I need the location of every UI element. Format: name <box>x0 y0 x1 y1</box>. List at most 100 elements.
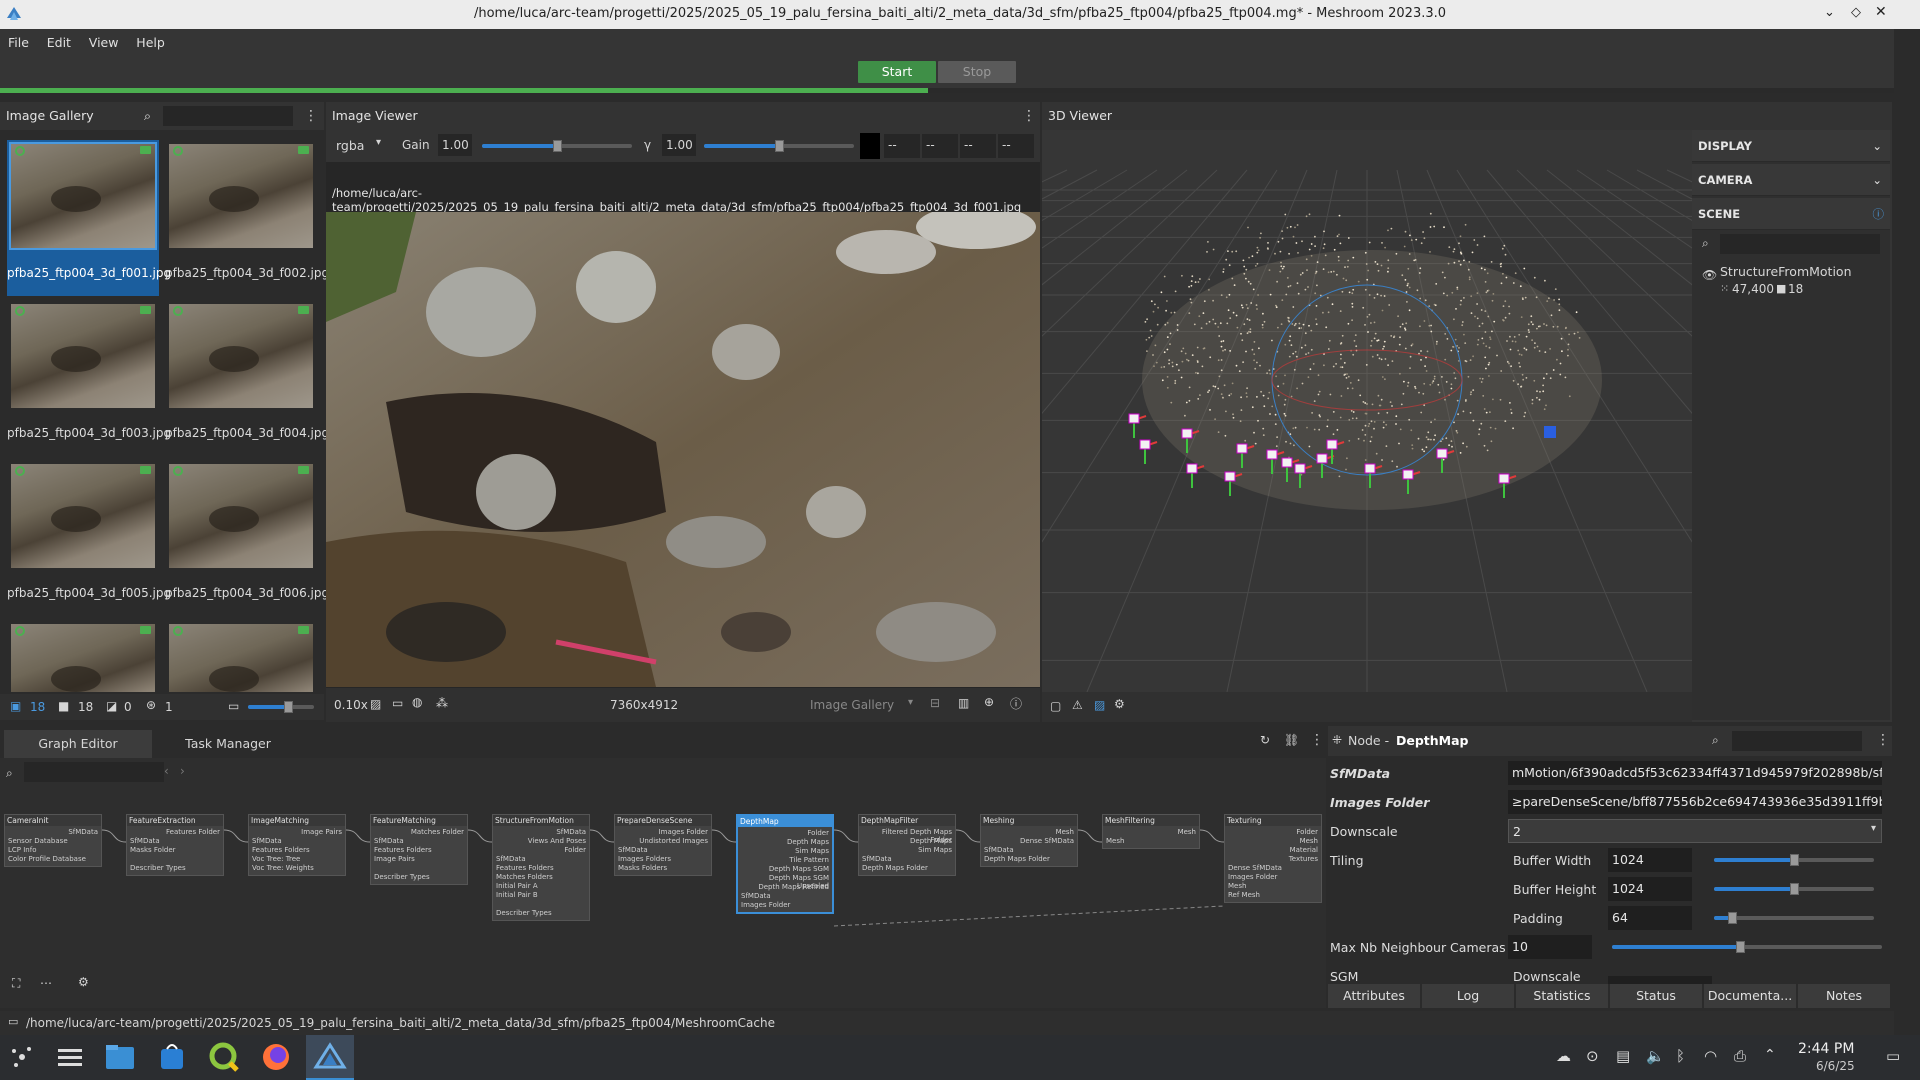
qgis-icon[interactable] <box>204 1037 244 1077</box>
node-input[interactable]: SfMData <box>130 837 220 846</box>
node-output[interactable]: Mesh <box>984 828 1074 837</box>
gallery-thumbnail[interactable] <box>7 620 159 692</box>
node-output[interactable]: Undistorted Images <box>618 837 708 846</box>
node-output[interactable]: Depth Maps <box>862 837 952 846</box>
padding-input[interactable]: 64 <box>1608 906 1692 930</box>
node-output[interactable]: Folder <box>741 829 829 838</box>
minimize-icon[interactable]: ⌄ <box>1824 5 1835 20</box>
node-input[interactable]: Depth Maps Folder <box>984 855 1074 864</box>
node-input[interactable]: SfMData <box>984 846 1074 855</box>
start-button[interactable]: Start <box>858 61 936 83</box>
clock-time[interactable]: 2:44 PM <box>1798 1041 1854 1057</box>
cloud-icon[interactable]: ☁ <box>1556 1047 1571 1065</box>
metadata-icon[interactable]: ⊟ <box>930 696 940 710</box>
graph-node-structurefrommotion[interactable]: StructureFromMotion SfMData Views And Pose… <box>492 814 590 921</box>
node-output[interactable]: Depth Maps Refined <box>741 883 829 892</box>
node-input[interactable]: Mesh <box>1106 837 1196 846</box>
tab-notes[interactable]: Notes <box>1798 984 1890 1008</box>
panorama-icon[interactable]: ◍ <box>412 695 422 709</box>
camera-icon[interactable]: ■ <box>58 699 69 713</box>
scene-section[interactable]: SCENE ⓘ <box>1692 198 1890 230</box>
node-input[interactable] <box>374 864 464 873</box>
node-output[interactable]: Matches Folder <box>374 828 464 837</box>
node-output[interactable]: Dense SfMData <box>984 837 1074 846</box>
padding-slider[interactable] <box>1714 912 1874 924</box>
node-output[interactable]: SfMData <box>496 828 586 837</box>
buffer-height-slider[interactable] <box>1714 883 1874 895</box>
scene-search-input[interactable] <box>1720 234 1880 254</box>
graph-node-imagematching[interactable]: ImageMatching Image Pairs SfMData Features … <box>248 814 346 876</box>
node-output[interactable]: Filtered Depth Maps Folder <box>862 828 952 844</box>
grid-icon[interactable]: ▨ <box>1094 698 1105 712</box>
software-store-icon[interactable] <box>152 1037 192 1077</box>
node-output[interactable]: Image Pairs <box>252 828 342 837</box>
node-output[interactable]: Tile Pattern <box>741 856 829 865</box>
gallery-thumbnail[interactable]: pfba25_ftp004_3d_f003.jpg <box>7 300 171 456</box>
camera-section[interactable]: CAMERA ⌄ <box>1692 164 1890 196</box>
tab-statistics[interactable]: Statistics <box>1516 984 1608 1008</box>
search-icon[interactable]: ⌕ <box>144 102 151 130</box>
node-output[interactable]: Sim Maps <box>862 846 952 855</box>
images-folder-field[interactable]: ≥pareDenseScene/bff877556b2ce694743936e3… <box>1508 790 1882 814</box>
node-input[interactable]: SfMData <box>252 837 342 846</box>
node-output[interactable]: Folder <box>496 846 586 855</box>
frame-icon[interactable]: ▭ <box>392 696 403 710</box>
node-output[interactable]: Mesh <box>1106 828 1196 837</box>
node-output[interactable]: Features Folder <box>130 828 220 837</box>
graph-node-featureextraction[interactable]: FeatureExtraction Features Folder SfMData M… <box>126 814 224 876</box>
volume-icon[interactable]: 🔈 <box>1646 1047 1665 1065</box>
file-manager-icon[interactable] <box>100 1037 140 1077</box>
hdr-icon[interactable]: ▨ <box>370 697 381 711</box>
node-input[interactable]: Masks Folder <box>130 846 220 855</box>
info-icon[interactable]: ⓘ <box>1873 198 1885 230</box>
display-section[interactable]: DISPLAY ⌄ <box>1692 130 1890 162</box>
node-input[interactable]: Mesh <box>1228 882 1318 891</box>
node-output[interactable]: Material <box>1228 846 1318 855</box>
node-input[interactable]: Images Folder <box>1228 873 1318 882</box>
graph-node-depthmapfilter[interactable]: DepthMapFilter Filtered Depth Maps Folder… <box>858 814 956 876</box>
firefox-icon[interactable] <box>256 1037 296 1077</box>
gallery-thumbnail[interactable]: pfba25_ftp004_3d_f001.jpg <box>7 140 171 296</box>
globe-icon[interactable]: ⊕ <box>984 695 994 709</box>
attribute-search-input[interactable] <box>1732 731 1862 751</box>
expand-tray-icon[interactable]: ⌃ <box>1764 1047 1776 1063</box>
gallery-thumbnail[interactable]: pfba25_ftp004_3d_f005.jpg <box>7 460 171 616</box>
gallery-thumbnail[interactable]: pfba25_ftp004_3d_f006.jpg <box>165 460 329 616</box>
buffer-height-input[interactable]: 1024 <box>1608 877 1692 901</box>
bluetooth-icon[interactable]: ᛒ <box>1676 1047 1685 1065</box>
tab-documentation[interactable]: Documenta... <box>1704 984 1796 1008</box>
graph-node-featurematching[interactable]: FeatureMatching Matches Folder SfMData Feat… <box>370 814 468 885</box>
node-output[interactable]: Sim Maps <box>741 847 829 856</box>
node-input[interactable]: Images Folder <box>741 901 829 910</box>
graph-node-meshing[interactable]: Meshing Mesh Dense SfMData SfMData Depth Map… <box>980 814 1078 867</box>
wifi-icon[interactable]: ◠ <box>1704 1047 1717 1065</box>
menu-view[interactable]: View <box>81 29 125 50</box>
eye-icon[interactable]: 👁 <box>1702 268 1717 282</box>
node-output[interactable]: Views And Poses <box>496 837 586 846</box>
node-input[interactable] <box>130 855 220 864</box>
intrinsics-icon[interactable]: ⊛ <box>146 698 156 712</box>
node-input[interactable]: Initial Pair B <box>496 891 586 900</box>
sfmdata-field[interactable]: mMotion/6f390adcd5f53c62334ff4371d945979… <box>1508 761 1882 785</box>
node-input[interactable]: SfMData <box>374 837 464 846</box>
node-input[interactable]: Masks Folders <box>618 864 708 873</box>
gallery-thumbnail[interactable]: pfba25_ftp004_3d_f004.jpg <box>165 300 329 456</box>
node-input[interactable] <box>496 900 586 909</box>
node-output[interactable]: SfMData <box>8 828 98 837</box>
scene-item[interactable]: 👁 StructureFromMotion ⁙ 47,400 ■ 18 <box>1692 258 1890 302</box>
stop-button[interactable]: Stop <box>938 61 1016 83</box>
graph-node-camerainit[interactable]: CameraInit SfMData Sensor Database LCP Info… <box>4 814 102 867</box>
node-input[interactable]: Depth Maps Folder <box>862 864 952 873</box>
no-camera-icon[interactable]: ◪ <box>106 699 117 713</box>
menu-help[interactable]: Help <box>128 29 171 50</box>
fit-icon[interactable]: ⛶ <box>12 976 20 991</box>
node-input[interactable]: SfMData <box>618 846 708 855</box>
show-desktop-icon[interactable]: ▭ <box>1886 1047 1900 1065</box>
thumbnail-size-slider[interactable] <box>248 701 314 713</box>
features-icon[interactable]: ⁂ <box>436 696 448 710</box>
3d-scene-canvas[interactable] <box>1042 130 1692 692</box>
node-input[interactable]: Describer Types <box>374 873 464 882</box>
node-input[interactable]: Sensor Database <box>8 837 98 846</box>
close-icon[interactable]: ✕ <box>1875 4 1887 20</box>
node-input[interactable]: Features Folders <box>252 846 342 855</box>
